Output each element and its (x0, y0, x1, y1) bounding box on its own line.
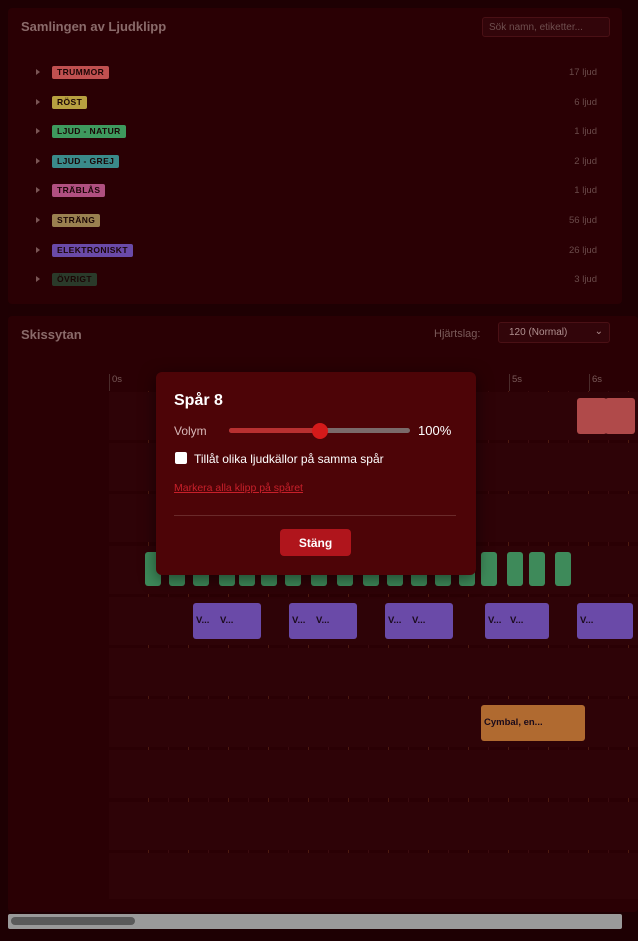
ruler-tick: 5s (509, 374, 522, 391)
track-row: 🔈Spår 7Cymbal, en... (109, 699, 638, 748)
category-badge: TRÄBLÅS (52, 184, 106, 198)
clip-label: V... (292, 614, 306, 626)
clip-label: V... (388, 614, 402, 626)
ruler-tick: 6s (589, 374, 602, 391)
audio-clip[interactable] (529, 551, 545, 586)
volume-slider-fill (229, 428, 320, 433)
category-row[interactable]: LJUD - NATUR 1 ljud (8, 122, 622, 144)
caret-right-icon[interactable] (36, 69, 40, 75)
audio-clip[interactable]: V... (313, 602, 353, 639)
category-count: 17 ljud (569, 67, 597, 78)
category-badge: STRÄNG (52, 214, 101, 227)
caret-right-icon[interactable] (36, 276, 40, 283)
category-badge: ÖVRIGT (52, 273, 97, 287)
track-row: 🔈Spår 8 (109, 750, 638, 799)
caret-right-icon[interactable] (36, 128, 40, 135)
clip-label: V... (220, 614, 234, 626)
volume-label: Volym (174, 424, 207, 438)
audio-clip[interactable]: V... (409, 602, 449, 639)
ruler-tick: 0s (109, 374, 122, 391)
bpm-value: 120 (Normal) (509, 327, 568, 338)
track-lane[interactable] (109, 852, 638, 899)
track-lane[interactable]: V... V... V... V... V... V... V... V... V... (109, 596, 638, 645)
close-button[interactable]: Stäng (280, 529, 351, 556)
category-badge: RÖST (52, 95, 88, 109)
category-row[interactable]: ELEKTRONISKT 26 ljud (8, 241, 622, 263)
scrollbar-thumb[interactable] (11, 917, 135, 925)
sketch-title: Skissytan (21, 327, 82, 342)
allow-sources-checkbox[interactable] (175, 452, 187, 464)
track-row: 🔈Spår 6 (109, 648, 638, 697)
category-count: 3 ljud (574, 274, 597, 286)
category-row[interactable]: TRUMMOR 17 ljud (8, 63, 622, 85)
audio-clip[interactable] (507, 551, 523, 586)
audio-clip[interactable] (577, 398, 607, 434)
horizontal-scrollbar[interactable] (8, 914, 622, 929)
clip-label: V... (488, 614, 502, 626)
chevron-down-icon: ⌄ (594, 326, 603, 337)
category-badge: LJUD - NATUR (52, 125, 126, 139)
library-search-input[interactable] (482, 17, 610, 37)
audio-clip[interactable] (555, 551, 571, 586)
category-badge: TRUMMOR (52, 66, 110, 79)
category-badge: ELEKTRONISKT (52, 243, 133, 257)
category-count: 1 ljud (574, 185, 597, 197)
caret-right-icon[interactable] (36, 217, 40, 223)
library-title: Samlingen av Ljudklipp (21, 19, 167, 34)
clip-label: Cymbal, en... (484, 717, 543, 729)
clip-label: V... (510, 614, 524, 626)
modal-title: Spår 8 (174, 392, 223, 409)
audio-clip[interactable] (481, 551, 497, 586)
category-count: 26 ljud (569, 244, 597, 256)
track-lane[interactable] (109, 750, 638, 799)
audio-clip[interactable]: V... (217, 602, 257, 639)
audio-clip[interactable]: Cymbal, en... (481, 705, 585, 742)
track-lane[interactable] (109, 648, 638, 696)
track-lane[interactable]: Cymbal, en... (109, 699, 638, 748)
select-all-clips-link[interactable]: Markera alla klipp på spåret (174, 482, 303, 494)
category-row[interactable]: ÖVRIGT 3 ljud (8, 270, 622, 292)
caret-right-icon[interactable] (36, 98, 40, 105)
caret-right-icon[interactable] (36, 187, 40, 194)
category-count: 6 ljud (574, 96, 597, 108)
track-row: 🔈Spår 10 (109, 852, 638, 899)
clip-label: V... (196, 614, 210, 626)
clip-label: V... (316, 614, 330, 626)
clip-label: V... (412, 614, 426, 626)
category-badge: LJUD - GREJ (52, 154, 120, 168)
category-count: 1 ljud (574, 126, 597, 138)
clip-library-panel: Samlingen av Ljudklipp TRUMMOR 17 ljud RÖS… (8, 8, 622, 304)
track-row: 🔈Spår 9 (109, 801, 638, 851)
category-count: 56 ljud (569, 215, 597, 226)
volume-slider[interactable] (229, 423, 410, 439)
audio-clip[interactable]: V... (507, 602, 547, 639)
audio-clip[interactable]: V... (577, 602, 633, 639)
volume-value: 100% (418, 423, 452, 438)
category-row[interactable]: RÖST 6 ljud (8, 93, 622, 115)
modal-divider (174, 515, 456, 516)
bpm-select[interactable]: 120 (Normal) ⌄ (498, 322, 610, 343)
clip-label: V... (580, 614, 594, 626)
caret-right-icon[interactable] (36, 157, 40, 164)
audio-clip[interactable] (605, 398, 635, 434)
track-settings-modal: Spår 8 Volym 100% Tillåt olika ljudkällo… (156, 372, 476, 575)
category-row[interactable]: TRÄBLÅS 1 ljud (8, 181, 622, 203)
category-count: 2 ljud (574, 155, 597, 167)
track-row: 🔈Spår 5V...V...V...V...V...V...V...V...V… (109, 596, 638, 646)
track-lane[interactable] (109, 801, 638, 850)
bpm-label: Hjärtslag: (434, 328, 481, 340)
volume-slider-thumb[interactable] (311, 423, 328, 439)
category-row[interactable]: LJUD - GREJ 2 ljud (8, 152, 622, 174)
allow-sources-label: Tillåt olika ljudkällor på samma spår (194, 452, 384, 466)
category-row[interactable]: STRÄNG 56 ljud (8, 211, 622, 233)
caret-right-icon[interactable] (36, 246, 40, 253)
